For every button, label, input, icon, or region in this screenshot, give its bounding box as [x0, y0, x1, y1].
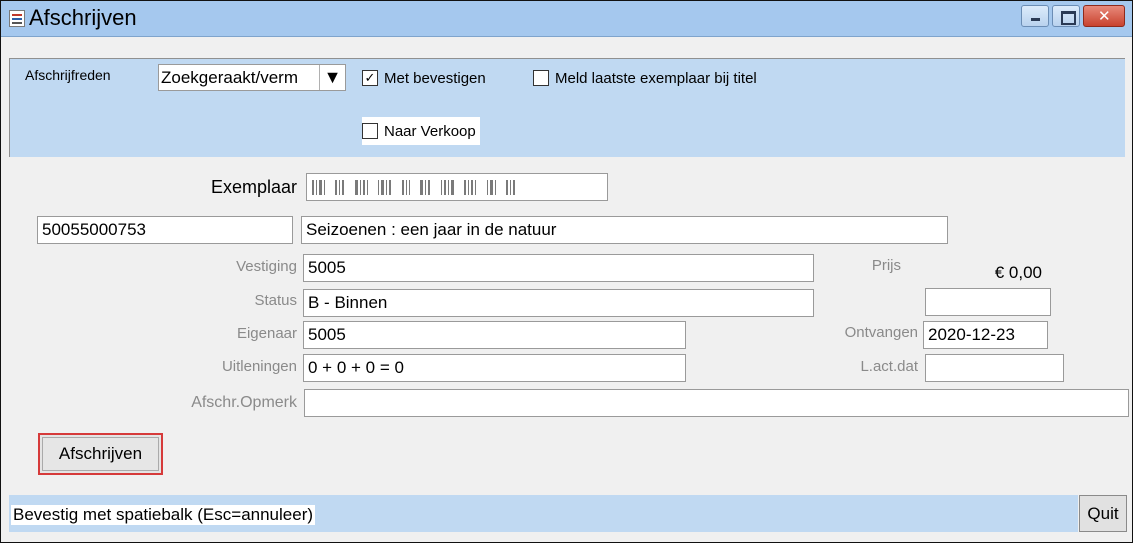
checkmark-icon: ✓ — [362, 70, 378, 86]
afschr-opmerk-label: Afschr.Opmerk — [191, 394, 297, 411]
lactdat-label: L.act.dat — [860, 358, 918, 375]
exemplaar-barcode-input[interactable] — [306, 173, 608, 201]
afschrijfreden-label: Afschrijfreden — [25, 67, 111, 83]
eigenaar-label: Eigenaar — [236, 325, 297, 342]
afschrijfreden-select[interactable]: Zoekgeraakt/verm ▼ — [158, 64, 346, 91]
meld-laatste-label: Meld laatste exemplaar bij titel — [555, 69, 757, 87]
uitleningen-label: Uitleningen — [221, 358, 297, 375]
maximize-button[interactable] — [1052, 5, 1080, 27]
checkbox-empty-icon — [362, 123, 378, 139]
eigenaar-field[interactable]: 5005 — [303, 321, 686, 349]
vestiging-label: Vestiging — [236, 258, 297, 275]
ontvangen-label: Ontvangen — [844, 324, 918, 341]
met-bevestigen-checkbox[interactable]: ✓ Met bevestigen — [362, 67, 486, 89]
window-title: Afschrijven — [29, 5, 137, 30]
barcode-icon — [312, 180, 562, 195]
ontvangen-field[interactable]: 2020-12-23 — [923, 321, 1048, 349]
status-label: Status — [254, 292, 297, 309]
afschrijven-window: Afschrijven Afschrijfreden Zoekgeraakt/v… — [0, 0, 1133, 543]
afschrijven-button-label: Afschrijven — [42, 437, 159, 471]
status-bar: Bevestig met spatiebalk (Esc=annuleer) — [9, 495, 1078, 532]
prijs-value: € 0,00 — [994, 263, 1042, 282]
java-cup-icon — [9, 10, 25, 27]
uitleningen-field[interactable]: 0 + 0 + 0 = 0 — [303, 354, 686, 382]
quit-button[interactable]: Quit — [1079, 495, 1127, 532]
prijs-label: Prijs — [871, 257, 901, 274]
afschrijven-button[interactable]: Afschrijven — [38, 433, 163, 475]
close-button[interactable] — [1083, 5, 1125, 27]
status-field[interactable]: B - Binnen — [303, 289, 814, 317]
dropdown-arrow-icon[interactable]: ▼ — [319, 65, 345, 90]
vestiging-field[interactable]: 5005 — [303, 254, 814, 282]
meld-laatste-checkbox[interactable]: Meld laatste exemplaar bij titel — [533, 67, 757, 89]
status-message: Bevestig met spatiebalk (Esc=annuleer) — [11, 505, 316, 525]
met-bevestigen-label: Met bevestigen — [384, 69, 486, 87]
barcode-number-field[interactable]: 50055000753 — [37, 216, 293, 244]
exemplaar-label: Exemplaar — [210, 177, 297, 197]
afschrijfreden-value: Zoekgeraakt/verm — [161, 68, 298, 87]
naar-verkoop-label: Naar Verkoop — [384, 122, 476, 140]
title-bar[interactable]: Afschrijven — [1, 1, 1132, 37]
afschr-opmerk-field[interactable] — [304, 389, 1129, 417]
lactdat-field[interactable] — [925, 354, 1064, 382]
naar-verkoop-checkbox[interactable]: Naar Verkoop — [362, 117, 480, 145]
minimize-button[interactable] — [1021, 5, 1049, 27]
status-extra-field[interactable] — [925, 288, 1051, 316]
checkbox-empty-icon — [533, 70, 549, 86]
title-field[interactable]: Seizoenen : een jaar in de natuur — [301, 216, 948, 244]
